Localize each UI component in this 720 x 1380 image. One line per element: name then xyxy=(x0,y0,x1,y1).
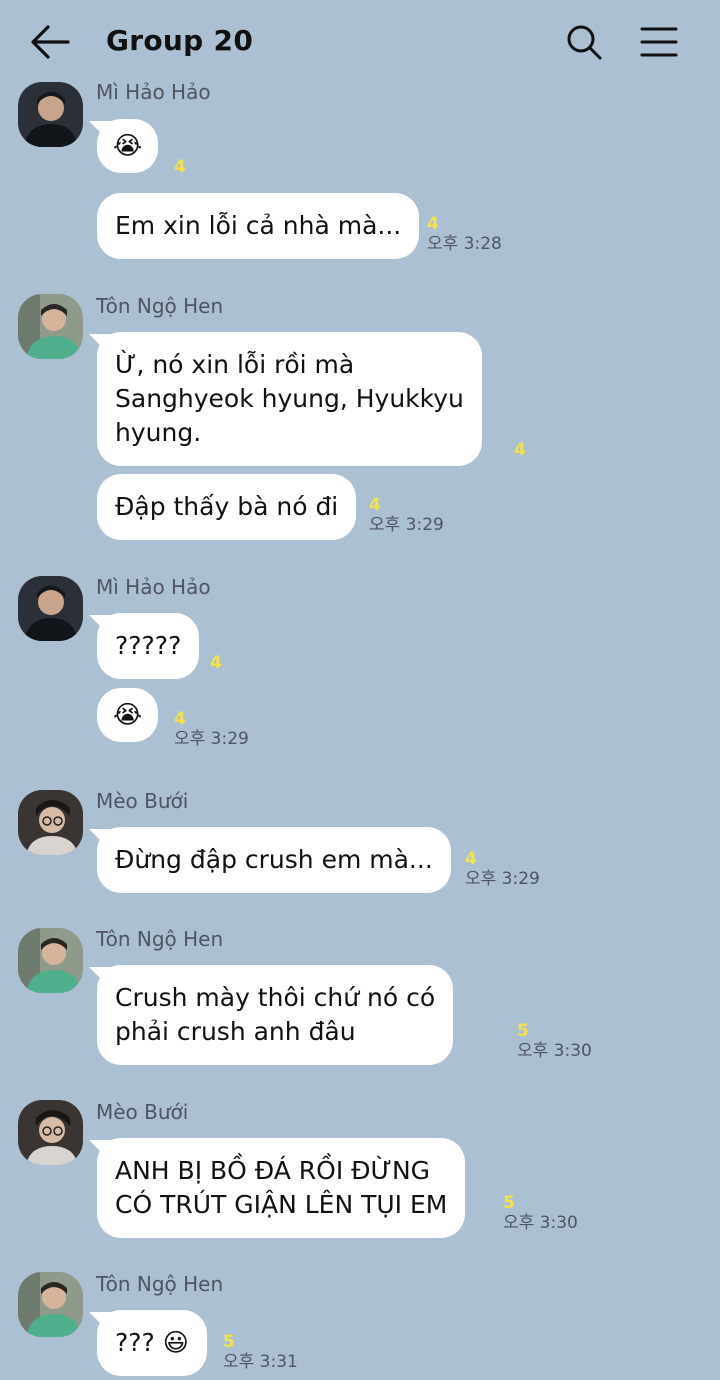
message-meta: 4 오후 3:29 xyxy=(369,495,444,535)
avatar[interactable] xyxy=(18,1100,83,1165)
search-button[interactable] xyxy=(562,20,606,64)
search-icon xyxy=(567,25,602,60)
message-bubble[interactable]: 😭 xyxy=(97,688,159,742)
unread-count: 4 xyxy=(465,849,477,869)
back-button[interactable] xyxy=(26,18,74,66)
message-bubble[interactable]: ANH BỊ BỒ ĐÁ RỒI ĐỪNG CÓ TRÚT GIẬN LÊN T… xyxy=(97,1138,466,1238)
sender-name: Mèo Bưới xyxy=(96,789,189,813)
unread-count: 4 xyxy=(369,495,381,515)
message-text: Em xin lỗi cả nhà mà... xyxy=(115,211,402,240)
message-bubble[interactable]: ??? 😃 xyxy=(97,1310,207,1376)
sender-name: Tôn Ngộ Hen xyxy=(96,927,224,951)
avatar[interactable] xyxy=(18,928,83,993)
unread-count: 4 xyxy=(514,440,526,460)
arrow-left-icon xyxy=(31,25,70,59)
message-bubble[interactable]: Crush mày thôi chứ nó có phải crush anh … xyxy=(97,965,454,1065)
sender-name: Tôn Ngộ Hen xyxy=(96,1272,224,1296)
message-text: Đừng đập crush em mà... xyxy=(115,845,433,874)
avatar[interactable] xyxy=(18,576,83,641)
chat-area[interactable]: Mì Hảo Hảo 😭 4 Em xin lỗi cả nhà mà... 4… xyxy=(0,0,720,1380)
timestamp: 오후 3:31 xyxy=(223,1352,298,1372)
message-bubble[interactable]: Ừ, nó xin lỗi rồi mà Sanghyeok hyung, Hy… xyxy=(97,332,482,466)
unread-count: 5 xyxy=(517,1021,529,1041)
message-text: Đập thấy bà nó đi xyxy=(115,492,339,521)
message-meta: 4 xyxy=(210,653,222,673)
message-bubble[interactable]: Đừng đập crush em mà... xyxy=(97,827,451,893)
message-text: ??? 😃 xyxy=(115,1328,189,1357)
timestamp: 오후 3:30 xyxy=(517,1041,592,1061)
sender-name: Mì Hảo Hảo xyxy=(96,575,211,599)
timestamp: 오후 3:30 xyxy=(503,1213,578,1233)
message-meta: 4 xyxy=(514,440,526,460)
message-text: Crush mày thôi chứ nó có phải crush anh … xyxy=(115,983,436,1046)
timestamp: 오후 3:29 xyxy=(174,729,249,749)
message-meta: 4 xyxy=(174,157,186,177)
message-meta: 4 오후 3:29 xyxy=(174,709,249,749)
timestamp: 오후 3:29 xyxy=(369,515,444,535)
sender-name: Mì Hảo Hảo xyxy=(96,80,211,104)
message-bubble[interactable]: 😭 xyxy=(97,119,159,173)
unread-count: 5 xyxy=(503,1193,515,1213)
message-meta: 5 오후 3:30 xyxy=(503,1193,578,1233)
message-bubble[interactable]: Em xin lỗi cả nhà mà... xyxy=(97,193,420,259)
avatar[interactable] xyxy=(18,1272,83,1337)
avatar[interactable] xyxy=(18,790,83,855)
sender-name: Tôn Ngộ Hen xyxy=(96,294,224,318)
message-text: 😭 xyxy=(113,700,143,729)
message-meta: 5 오후 3:31 xyxy=(223,1332,298,1372)
message-text: ????? xyxy=(115,631,182,660)
unread-count: 4 xyxy=(174,157,186,177)
avatar[interactable] xyxy=(18,82,83,147)
unread-count: 5 xyxy=(223,1332,235,1352)
timestamp: 오후 3:28 xyxy=(427,234,502,254)
avatar[interactable] xyxy=(18,294,83,359)
timestamp: 오후 3:29 xyxy=(465,869,540,889)
chat-title: Group 20 xyxy=(106,24,254,57)
unread-count: 4 xyxy=(210,653,222,673)
message-text: 😭 xyxy=(113,131,143,160)
unread-count: 4 xyxy=(174,709,186,729)
unread-count: 4 xyxy=(427,214,439,234)
message-meta: 4 오후 3:28 xyxy=(427,214,502,254)
chat-header: Group 20 xyxy=(0,0,720,82)
menu-button[interactable] xyxy=(636,20,682,64)
message-text: Ừ, nó xin lỗi rồi mà Sanghyeok hyung, Hy… xyxy=(115,350,464,447)
message-meta: 4 오후 3:29 xyxy=(465,849,540,889)
message-bubble[interactable]: Đập thấy bà nó đi xyxy=(97,474,357,540)
message-text: ANH BỊ BỒ ĐÁ RỒI ĐỪNG CÓ TRÚT GIẬN LÊN T… xyxy=(115,1156,448,1219)
hamburger-menu-icon xyxy=(640,27,678,57)
message-meta: 5 오후 3:30 xyxy=(517,1021,592,1061)
sender-name: Mèo Bưới xyxy=(96,1100,189,1124)
message-bubble[interactable]: ????? xyxy=(97,613,200,679)
